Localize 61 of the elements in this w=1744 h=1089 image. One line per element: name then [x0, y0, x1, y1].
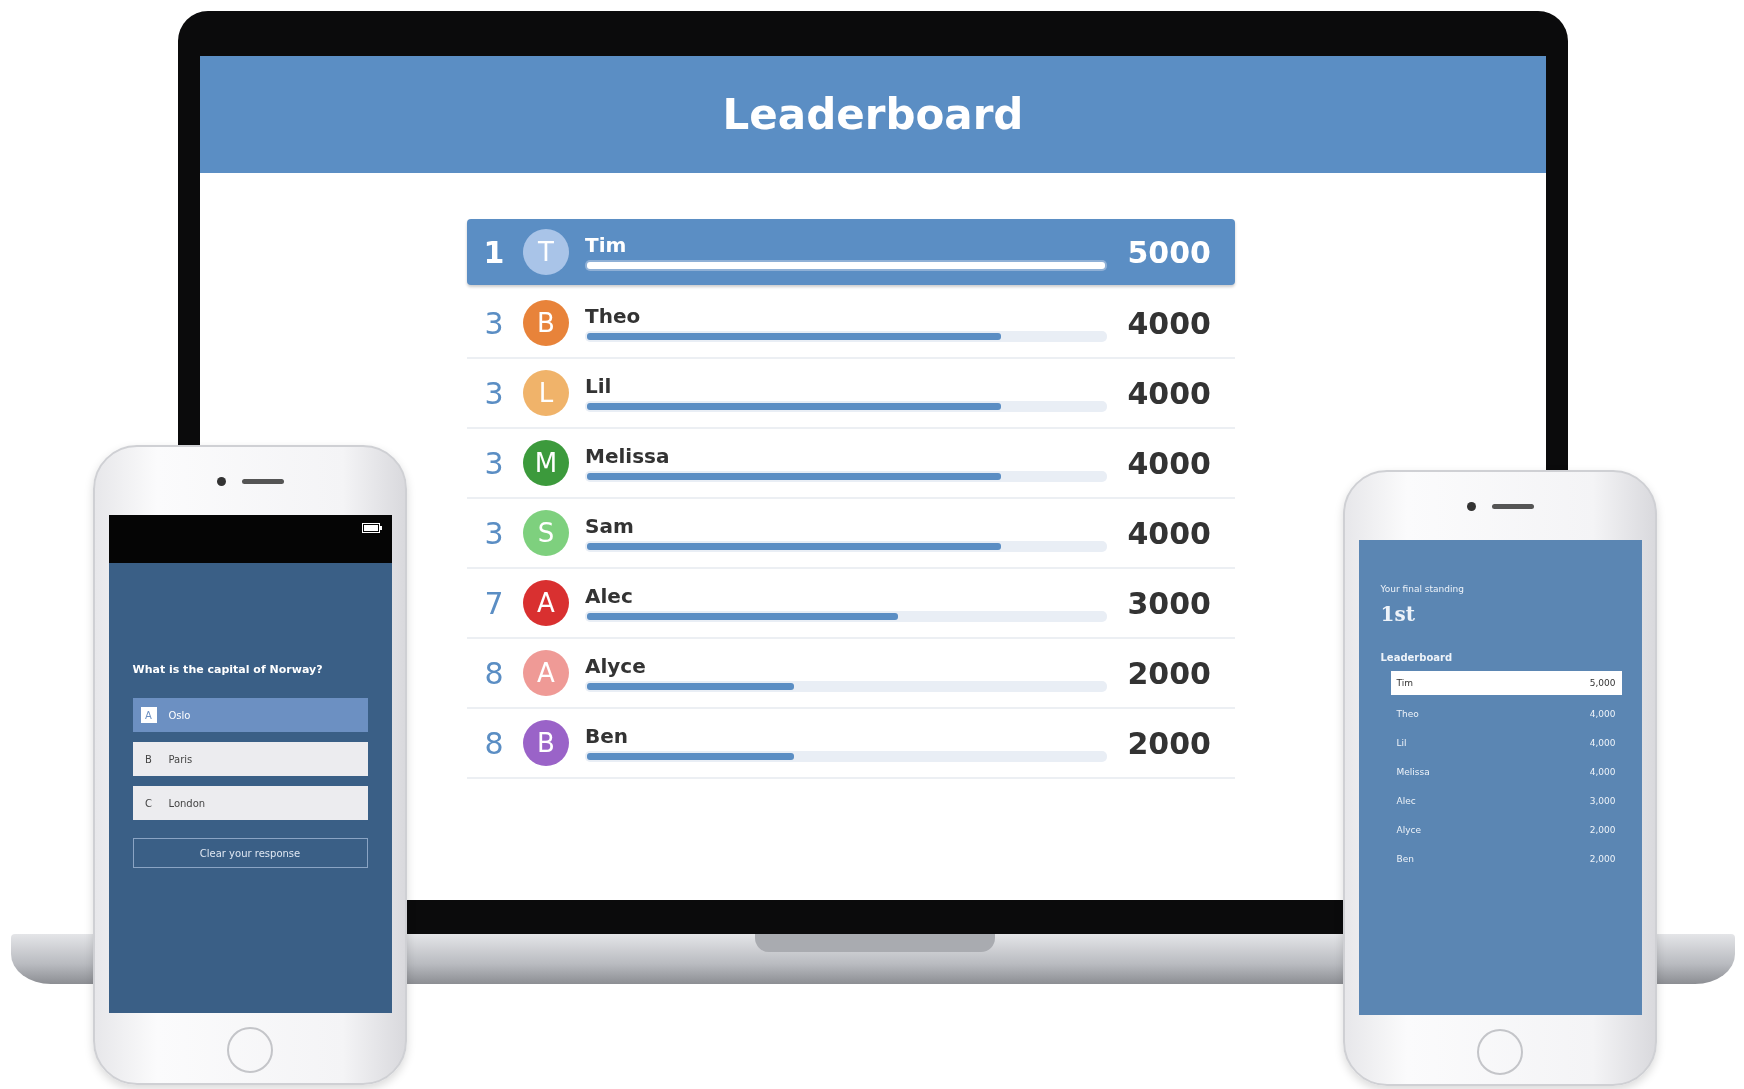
leaderboard-row[interactable]: 8 A Alyce 2000 [467, 639, 1235, 709]
answer-option[interactable]: C London [132, 786, 368, 820]
avatar: A [523, 580, 569, 626]
score-value: 3000 [1127, 585, 1211, 621]
avatar: B [523, 720, 569, 766]
answer-option[interactable]: B Paris [132, 742, 368, 776]
leaderboard-row[interactable]: 3 M Melissa 4000 [467, 429, 1235, 499]
score-value: 2000 [1127, 655, 1211, 691]
player-name: Melissa [585, 444, 671, 467]
avatar: A [523, 650, 569, 696]
home-button[interactable] [227, 1027, 273, 1073]
player-name: Theo [585, 304, 642, 327]
rank-number: 3 [483, 515, 505, 551]
speaker-icon [1491, 503, 1534, 509]
avatar: S [523, 510, 569, 556]
player-name: Sam [585, 514, 635, 537]
leaderboard-row[interactable]: 3 S Sam 4000 [467, 499, 1235, 569]
score-value: 2000 [1127, 725, 1211, 761]
player-name: Alyce [585, 654, 647, 677]
leaderboard-row[interactable]: 3 B Theo 4000 [467, 289, 1235, 359]
standing-caption: Your final standing [1380, 584, 1465, 594]
leaderboard-title: Leaderboard [722, 90, 1024, 139]
camera-icon [216, 476, 226, 486]
camera-icon [1466, 501, 1476, 511]
leaderboard-row[interactable]: Ben 2,000 [1390, 844, 1622, 873]
leaderboard-row[interactable]: Alyce 2,000 [1390, 815, 1622, 844]
place-text: 1st [1380, 602, 1416, 626]
rank-number: 3 [483, 305, 505, 341]
leaderboard-row[interactable]: Lil 4,000 [1390, 728, 1622, 757]
avatar: L [523, 370, 569, 416]
score-value: 4000 [1127, 515, 1211, 551]
rank-number: 7 [483, 585, 505, 621]
leaderboard-row[interactable]: 8 B Ben 2000 [467, 709, 1235, 779]
leaderboard-row[interactable]: Tim 5,000 [1390, 671, 1622, 695]
home-button[interactable] [1477, 1029, 1523, 1075]
rank-number: 3 [483, 445, 505, 481]
rank-number: 8 [483, 655, 505, 691]
player-name: Ben [585, 724, 630, 747]
player-name: Tim [585, 233, 628, 256]
question-text: What is the capital of Norway? [132, 663, 324, 676]
leaderboard-row[interactable]: Melissa 4,000 [1390, 757, 1622, 786]
rank-number: 1 [482, 234, 506, 270]
clear-response-button[interactable]: Clear your response [132, 838, 368, 868]
player-name: Alec [585, 584, 634, 607]
leaderboard-row[interactable]: Alec 3,000 [1390, 786, 1622, 815]
leaderboard-row[interactable]: 7 A Alec 3000 [467, 569, 1235, 639]
leaderboard-heading: Leaderboard [1380, 652, 1454, 663]
score-value: 5000 [1127, 234, 1211, 270]
avatar: T [523, 229, 569, 275]
avatar: M [523, 440, 569, 486]
speaker-icon [241, 478, 284, 484]
rank-number: 8 [483, 725, 505, 761]
score-value: 4000 [1127, 305, 1211, 341]
avatar: B [523, 300, 569, 346]
score-value: 4000 [1127, 375, 1211, 411]
rank-number: 3 [483, 375, 505, 411]
score-value: 4000 [1127, 445, 1211, 481]
leaderboard-row[interactable]: 3 L Lil 4000 [467, 359, 1235, 429]
battery-icon [361, 523, 382, 533]
player-name: Lil [585, 374, 613, 397]
leaderboard-row[interactable]: Theo 4,000 [1390, 699, 1622, 728]
